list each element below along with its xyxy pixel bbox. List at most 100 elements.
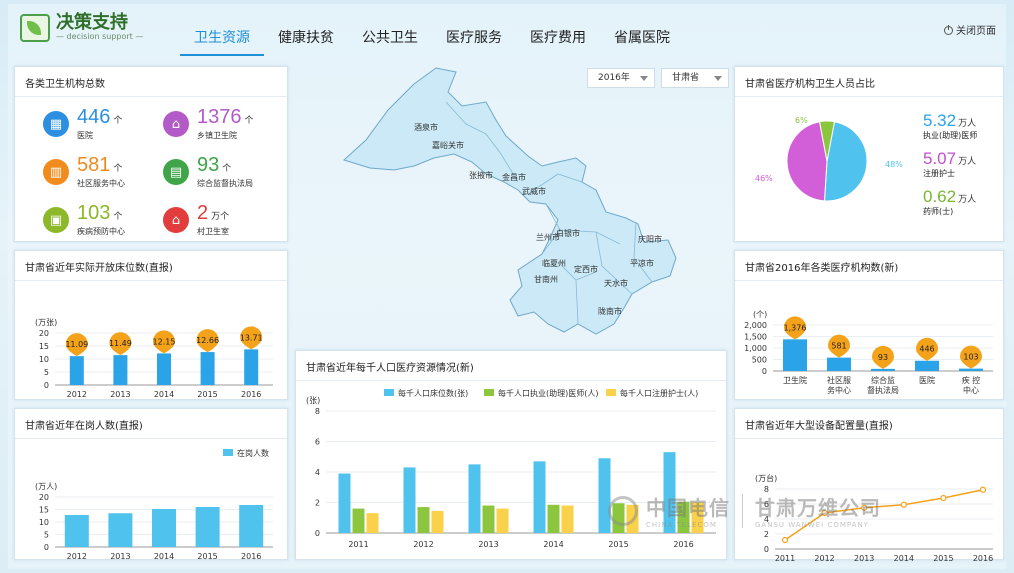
x-tick-label: 2012 [67,390,87,399]
main-nav: 卫生资源 健康扶贫 公共卫生 医疗服务 医疗费用 省属医院 [180,28,684,56]
y-tick-label: 20 [39,329,49,338]
province-shape[interactable] [343,67,677,335]
bar [959,368,983,371]
org-stat-value: 2 [197,202,209,224]
x-tick-label: 2013 [110,390,130,399]
city-label[interactable]: 兰州市 [536,232,560,242]
inst-2016-title: 甘肃省2016年各类医疗机构数(新) [735,251,1003,281]
y-tick-label: 15 [39,506,49,515]
city-label[interactable]: 陇南市 [598,306,622,316]
bar [915,360,939,371]
tab-2[interactable]: 公共卫生 [348,28,432,56]
city-label[interactable]: 天水市 [604,278,628,288]
legend-label: 每千人口床位数(张) [398,388,468,398]
city-label[interactable]: 平凉市 [630,258,654,268]
community-icon: ▥ [43,159,69,185]
org-stat-item: ▥ 581 个社区服务中心 [43,155,125,189]
city-label[interactable]: 临夏州 [542,258,566,268]
x-tick-label: 医院 [919,375,935,385]
staff-ratio-item: 5.32 万人 执业(助理)医师 [923,111,977,141]
org-stat-unit: 个 [222,164,232,174]
gansu-map[interactable]: 酒泉市嘉峪关市张掖市 金昌市武威市白银市兰州市临夏州定西市甘南州 天水市陇南市平凉市… [296,62,726,348]
staff-ratio-panel: 甘肃省医疗机构卫生人员占比 48% 46% 6% 5.32 万人 执业(助理)医师 5.0… [734,66,1004,242]
staff-panel: 甘肃省近年在岗人数(直报) (万人) 0 5 10 15 20 在岗人数 2012 2013 20… [14,408,288,561]
bar [157,353,171,385]
x-tick-label: 2014 [543,540,563,549]
city-label[interactable]: 金昌市 [502,172,526,182]
data-label-marker: 581 [828,334,850,358]
bar [547,504,560,533]
bar [482,505,495,533]
logo: 决策支持 — decision support — [20,14,143,42]
bar [533,461,546,533]
bar [827,357,851,371]
bar [496,508,509,533]
org-stat-value: 446 [77,106,111,128]
x-tick-label: 2016 [241,390,261,399]
org-stat-unit: 个 [113,116,123,126]
tab-1[interactable]: 健康扶贫 [264,28,348,56]
city-label[interactable]: 定西市 [574,264,598,274]
bar [417,507,430,533]
bar [69,356,84,385]
equipment-panel: 甘肃省近年大型设备配置量(直报) (万台) 0 2 4 6 8 2011 2012 2013 20… [734,408,1004,563]
data-label-marker: 1,376 [784,316,806,340]
bar [64,515,89,547]
x-tick-label: 2015 [197,390,217,399]
beds-chart: (万张) 0 5 10 15 20 11.09 2012 11.49 2013 12.15 2014 1… [35,318,273,399]
data-label: 11.09 [65,340,88,349]
y-tick-label: 8 [315,407,320,416]
beds-title: 甘肃省近年实际开放床位数(直报) [15,251,287,281]
city-label[interactable]: 嘉峪关市 [432,140,464,150]
legend-label: 每千人口注册护士(人) [620,388,698,398]
city-label[interactable]: 张掖市 [469,170,493,180]
y-tick-label: 6 [764,500,769,509]
data-label-marker: 12.15 [153,330,175,354]
per-thousand-title: 甘肃省近年每千人口医疗资源情况(新) [296,351,726,381]
y-tick-label: 0 [44,543,49,552]
org-stat-label: 疾病预防中心 [77,227,125,236]
org-stat-value: 581 [77,154,111,176]
close-page-button[interactable]: 关闭页面 [944,22,996,37]
x-tick-label: 2011 [348,540,368,549]
x-tick-label: 卫生院 [783,375,807,385]
legend-swatch [223,449,233,456]
org-stat-value: 103 [77,202,111,224]
city-label[interactable]: 甘南州 [534,274,558,284]
data-label-marker: 11.09 [65,333,88,357]
org-stat-item: ▤ 93 个综合监督执法局 [163,155,253,189]
bar [663,452,676,533]
org-stat-item: ▣ 103 个疾病预防中心 [43,203,125,237]
bar [561,505,574,533]
bar [431,510,444,533]
org-stat-unit: 个 [113,164,123,174]
x-tick-label: 2016 [973,554,993,563]
series-line [784,489,984,541]
x-tick-label: 2011 [775,554,795,563]
x-tick-label: 务中心 [827,385,851,395]
y-tick-label: 15 [39,342,49,351]
bar [239,505,264,547]
tab-3[interactable]: 医疗服务 [432,28,516,56]
y-tick-label: 2 [315,499,320,508]
org-stat-label: 社区服务中心 [77,179,125,188]
x-tick-label: 综合监 [871,375,895,385]
data-point [821,509,828,517]
data-point [940,494,947,502]
tab-5[interactable]: 省属医院 [600,28,684,56]
city-label[interactable]: 酒泉市 [414,122,438,132]
bar [113,355,128,385]
city-label[interactable]: 庆阳市 [638,234,662,244]
org-stat-item: ⌂ 2 万个 村卫生室 [163,203,229,237]
staff-ratio-item: 5.07 万人 注册护士 [923,149,976,179]
bar [244,349,259,385]
city-label[interactable]: 武威市 [522,186,546,196]
tab-0[interactable]: 卫生资源 [180,28,264,56]
y-tick-label: 10 [39,355,49,364]
y-tick-label: 2,000 [744,321,767,330]
org-stat-item: ⌂ 1376 个乡镇卫生院 [163,107,254,141]
x-tick-label: 疾 控 [962,375,981,385]
tab-4[interactable]: 医疗费用 [516,28,600,56]
y-axis-unit: (万人) [35,482,57,491]
beds-panel: 甘肃省近年实际开放床位数(直报) (万张) 0 5 10 15 20 11.09 2012 11… [14,250,288,400]
